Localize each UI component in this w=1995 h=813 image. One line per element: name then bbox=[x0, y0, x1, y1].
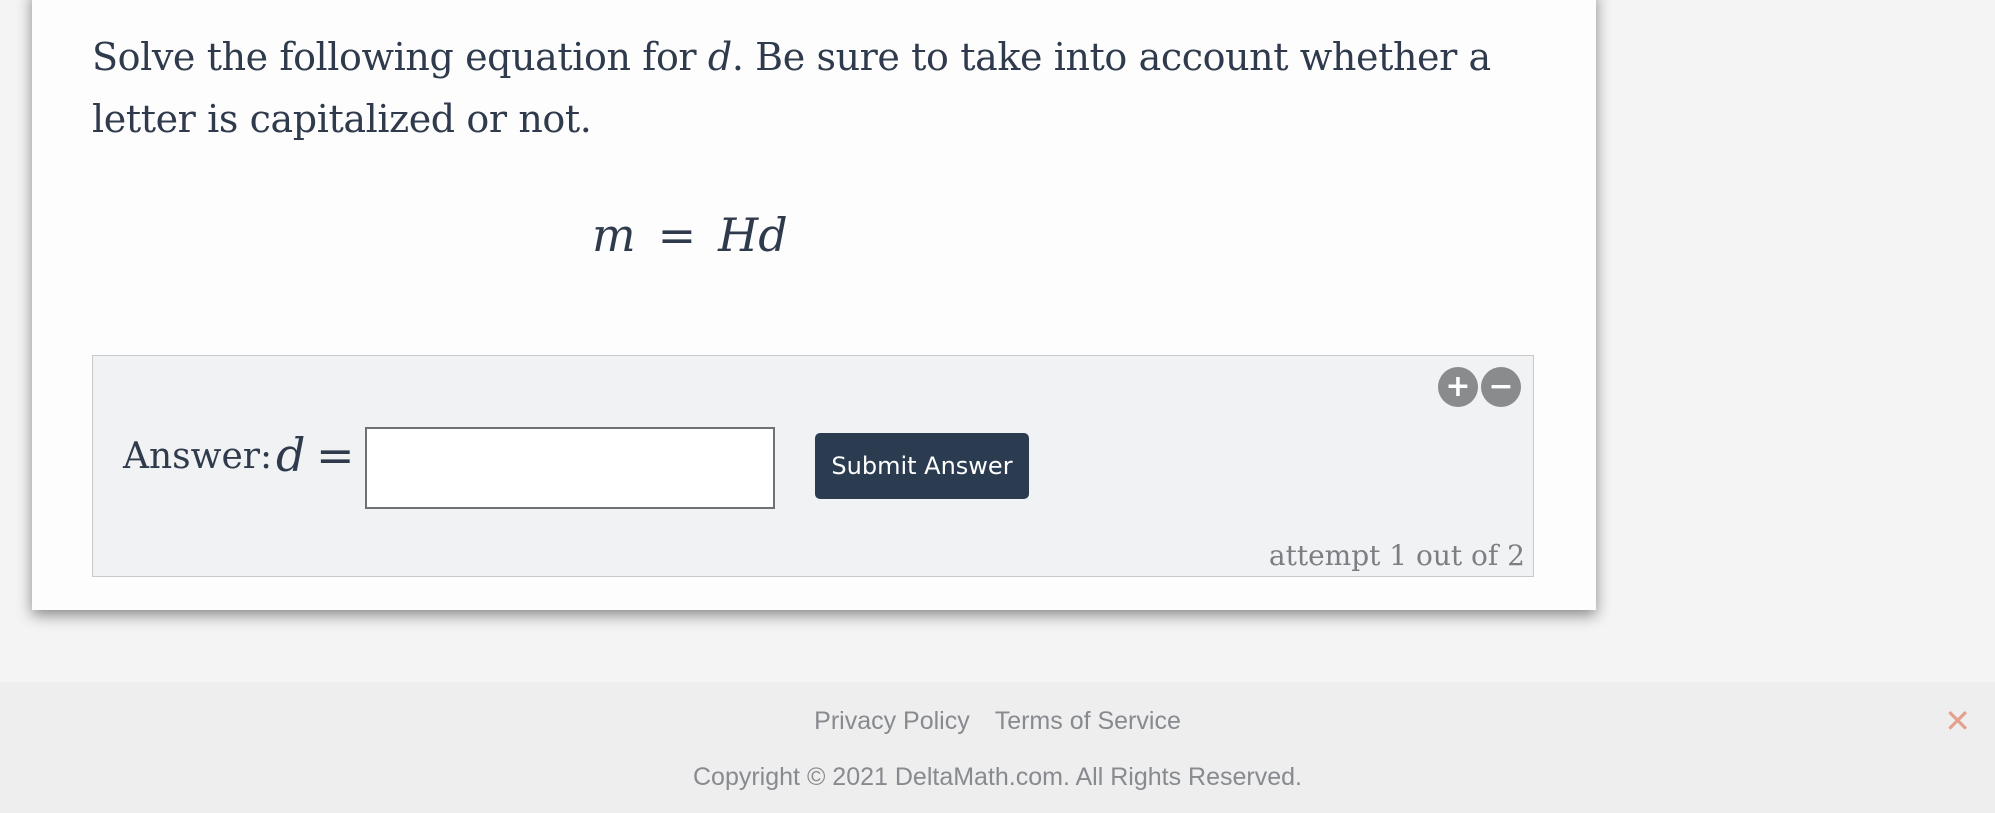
equation: m = Hd bbox=[592, 208, 788, 262]
plus-icon[interactable]: + bbox=[1438, 367, 1478, 407]
close-icon[interactable]: ✕ bbox=[1944, 702, 1971, 740]
attempt-counter: attempt 1 out of 2 bbox=[1268, 539, 1525, 572]
minus-icon[interactable]: − bbox=[1481, 367, 1521, 407]
equation-right: Hd bbox=[718, 208, 788, 262]
copyright-text: Copyright © 2021 DeltaMath.com. All Righ… bbox=[693, 763, 1302, 791]
equation-left: m bbox=[592, 208, 636, 262]
footer: Privacy Policy Terms of Service Copyrigh… bbox=[0, 682, 1995, 813]
problem-card: Solve the following equation for d. Be s… bbox=[32, 0, 1596, 610]
zoom-controls: + − bbox=[1438, 367, 1521, 407]
terms-of-service-link[interactable]: Terms of Service bbox=[995, 707, 1181, 735]
footer-links: Privacy Policy Terms of Service bbox=[0, 707, 1995, 736]
question-text-before: Solve the following equation for bbox=[92, 35, 708, 79]
answer-label: Answer: bbox=[123, 436, 273, 477]
answer-variable: d bbox=[276, 428, 306, 482]
question-text: Solve the following equation for d. Be s… bbox=[92, 26, 1512, 150]
question-variable: d bbox=[707, 35, 732, 79]
answer-equals: = bbox=[316, 428, 355, 482]
submit-answer-button[interactable]: Submit Answer bbox=[815, 433, 1029, 499]
privacy-policy-link[interactable]: Privacy Policy bbox=[814, 707, 970, 735]
answer-input[interactable] bbox=[365, 427, 775, 509]
equation-operator: = bbox=[657, 208, 697, 262]
answer-panel: + − Answer: d = Submit Answer attempt 1 … bbox=[92, 355, 1534, 577]
